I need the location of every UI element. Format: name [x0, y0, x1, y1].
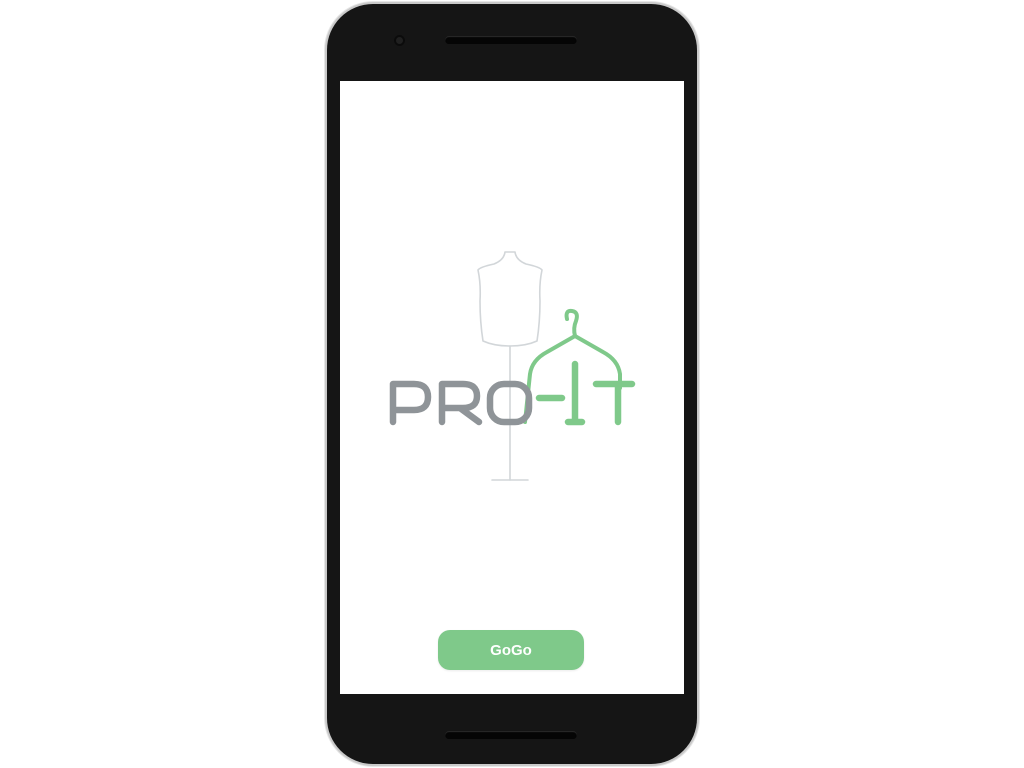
gogo-button[interactable]: GoGo [438, 630, 584, 670]
profit-logo [382, 246, 642, 491]
app-screen: GoGo [340, 81, 684, 694]
bottom-speaker [445, 731, 577, 739]
logo-word-pro [389, 380, 533, 426]
earpiece-speaker [445, 36, 577, 44]
front-camera-icon [394, 35, 405, 46]
stage: GoGo [0, 0, 1024, 768]
phone-frame: GoGo [327, 4, 697, 764]
profit-logo-graphic [389, 251, 636, 481]
